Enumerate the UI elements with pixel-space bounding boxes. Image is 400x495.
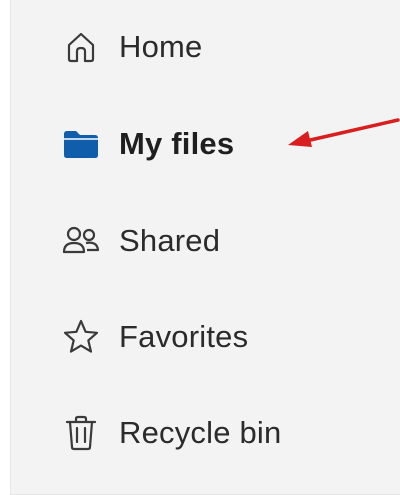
navigation-pane: Home My files Shared Favorites Recycle b… [10, 0, 400, 495]
star-icon [61, 317, 101, 357]
nav-item-home[interactable]: Home [61, 23, 203, 71]
nav-item-my-files[interactable]: My files [61, 120, 234, 168]
nav-item-label: Recycle bin [119, 415, 282, 450]
nav-item-shared[interactable]: Shared [61, 217, 220, 265]
nav-item-label: Shared [119, 223, 221, 258]
trash-icon [61, 413, 101, 453]
annotation-arrow [288, 118, 400, 147]
nav-item-label: Favorites [119, 319, 249, 354]
home-icon [61, 27, 101, 67]
folder-icon [61, 124, 101, 164]
nav-item-label: Home [119, 29, 203, 64]
nav-item-favorites[interactable]: Favorites [61, 313, 248, 361]
people-icon [61, 221, 101, 261]
nav-item-label: My files [119, 126, 235, 161]
nav-item-recycle-bin[interactable]: Recycle bin [61, 409, 281, 457]
